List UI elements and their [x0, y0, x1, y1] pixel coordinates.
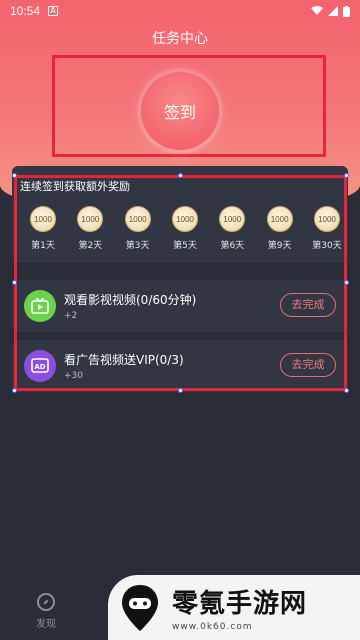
- selection-handle: [178, 173, 183, 178]
- selection-handle: [12, 388, 17, 393]
- selection-handle: [12, 280, 17, 285]
- battery-icon: [343, 5, 350, 17]
- status-bar: 10:54 A: [0, 0, 360, 22]
- selection-handle: [178, 388, 183, 393]
- checkin-button[interactable]: 签到: [141, 72, 219, 150]
- notification-icon: A: [48, 6, 59, 16]
- watermark-url: www.0k60.com: [172, 622, 253, 632]
- status-time: 10:54: [10, 4, 41, 18]
- status-icons: [311, 5, 350, 17]
- tasks-highlight-box: [14, 175, 347, 391]
- signal-icon: [328, 6, 338, 16]
- page-title: 任务中心: [152, 31, 208, 47]
- nav-discover-label: 发现: [36, 619, 56, 630]
- nav-discover[interactable]: 发现: [30, 593, 62, 630]
- watermark: 零氪手游网 www.0k60.com: [108, 575, 360, 640]
- selection-handle: [12, 173, 17, 178]
- compass-icon: [37, 593, 55, 611]
- selection-handle: [344, 173, 349, 178]
- selection-handle: [344, 280, 349, 285]
- selection-handle: [344, 388, 349, 393]
- wifi-icon: [311, 6, 323, 15]
- gamepad-pin-icon: [122, 584, 158, 631]
- watermark-brand: 零氪手游网: [172, 589, 308, 619]
